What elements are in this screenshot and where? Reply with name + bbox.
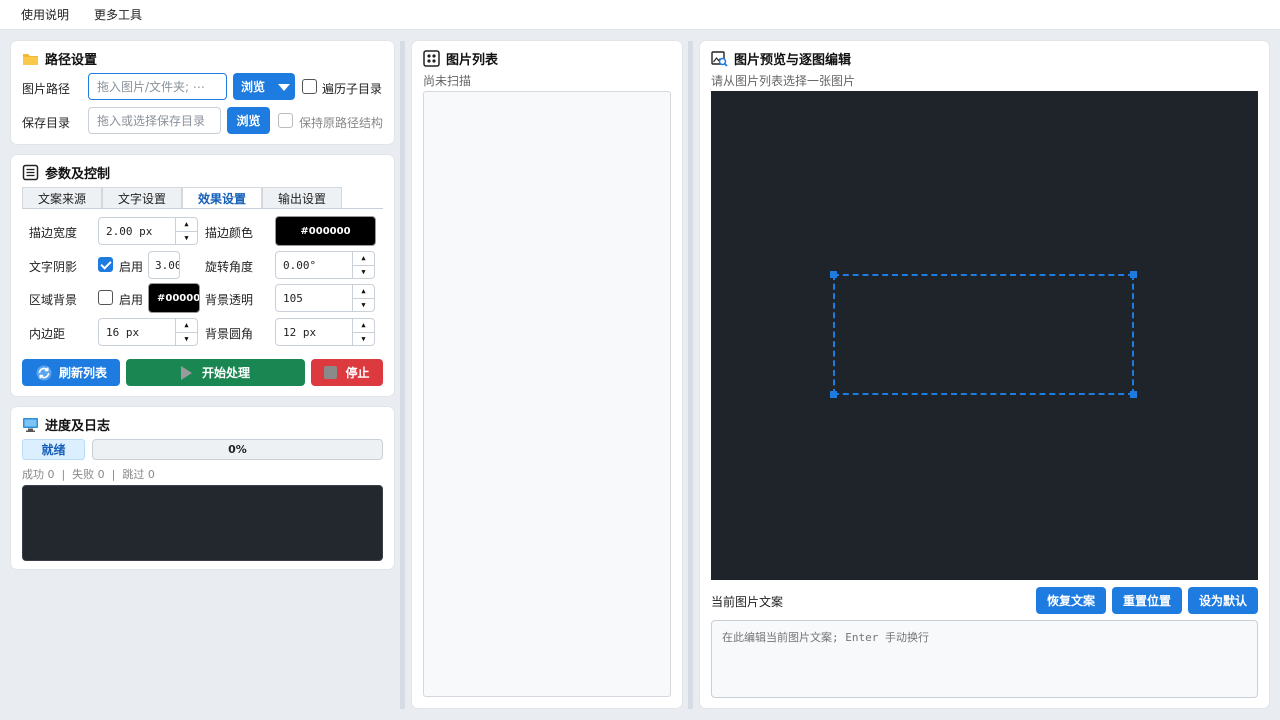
spin-up-icon[interactable]: ▲ [176,218,197,232]
tab-effect-settings[interactable]: 效果设置 [182,187,262,208]
preview-canvas[interactable] [711,91,1258,580]
params-tabs: 文案来源 文字设置 效果设置 输出设置 [22,187,383,209]
text-selection-box[interactable] [833,274,1134,395]
padding-label: 内边距 [29,327,66,341]
status-badge: 就绪 [22,439,85,460]
set-default-button[interactable]: 设为默认 [1188,587,1258,614]
spin-up-icon[interactable]: ▲ [353,319,374,333]
spin-up-icon[interactable]: ▲ [353,285,374,299]
rotation-label: 旋转角度 [205,260,254,274]
grid-icon [423,50,440,67]
bg-label: 区域背景 [29,293,78,307]
restore-text-button[interactable]: 恢复文案 [1036,587,1106,614]
padding-spinbox[interactable]: 16 px ▲ ▼ [98,318,198,346]
tab-text-source[interactable]: 文案来源 [22,187,102,208]
stroke-width-spinbox[interactable]: 2.00 px ▲ ▼ [98,217,198,245]
image-search-icon [711,50,728,67]
spin-down-icon[interactable]: ▼ [353,333,374,346]
progress-bar: 0% [92,439,383,460]
params-panel: 参数及控制 文案来源 文字设置 效果设置 输出设置 描边宽度 2.00 px ▲… [11,155,394,396]
preview-hint: 请从图片列表选择一张图片 [711,74,856,88]
image-list[interactable] [423,91,671,697]
recursive-checkbox[interactable] [302,79,317,94]
stroke-color-swatch[interactable]: #000000 [275,216,376,246]
recursive-label: 遍历子目录 [322,82,383,96]
play-icon [180,365,192,380]
folder-icon [22,50,39,67]
stats-text: 成功 0 | 失败 0 | 跳过 0 [22,468,155,481]
spin-up-icon[interactable]: ▲ [176,319,197,333]
shadow-enable-checkbox[interactable] [98,257,113,272]
menu-item-help[interactable]: 使用说明 [21,6,69,23]
image-list-title: 图片列表 [423,49,498,68]
start-button[interactable]: 开始处理 [126,359,305,386]
spin-down-icon[interactable]: ▼ [353,299,374,312]
rotation-spinbox[interactable]: 0.00° ▲ ▼ [275,251,375,279]
splitter-right[interactable] [688,41,693,709]
bg-opacity-spinbox[interactable]: 105 ▲ ▼ [275,284,375,312]
menu-bar: 使用说明 更多工具 [0,0,1280,30]
save-dir-input[interactable] [88,107,221,134]
bg-opacity-label: 背景透明 [205,293,254,307]
splitter-left[interactable] [400,41,405,709]
stroke-color-label: 描边颜色 [205,226,254,240]
bg-radius-label: 背景圆角 [205,327,254,341]
monitor-icon [22,416,39,433]
bg-radius-spinbox[interactable]: 12 px ▲ ▼ [275,318,375,346]
image-path-label: 图片路径 [22,82,71,96]
stop-button[interactable]: 停止 [311,359,383,386]
spin-down-icon[interactable]: ▼ [176,333,197,346]
menu-item-more-tools[interactable]: 更多工具 [94,6,142,23]
current-text-label: 当前图片文案 [711,595,784,609]
refresh-icon [36,365,52,380]
preview-title: 图片预览与逐图编辑 [711,49,851,68]
shadow-enable-label: 启用 [119,260,144,274]
progress-text: 0% [228,443,247,456]
bg-enable-checkbox[interactable] [98,290,113,305]
bg-color-swatch[interactable]: #000000 [148,283,200,313]
shadow-spinbox[interactable]: 3.00 [148,251,180,279]
reset-position-button[interactable]: 重置位置 [1112,587,1182,614]
shadow-label: 文字阴影 [29,260,78,274]
list-icon [22,164,39,181]
stroke-width-label: 描边宽度 [29,226,78,240]
path-settings-panel: 路径设置 图片路径 浏览 遍历子目录 保存目录 浏览 保持原路径结构 [11,41,394,144]
keep-structure-checkbox[interactable] [278,113,293,128]
spin-up-icon[interactable]: ▲ [353,252,374,266]
refresh-list-button[interactable]: 刷新列表 [22,359,120,386]
path-settings-title: 路径设置 [22,49,97,68]
text-editor[interactable] [711,620,1258,698]
spin-down-icon[interactable]: ▼ [353,266,374,279]
resize-handle-br[interactable] [1130,391,1137,398]
resize-handle-tr[interactable] [1130,271,1137,278]
stop-icon [324,366,338,379]
image-list-panel: 图片列表 尚未扫描 [412,41,682,708]
browse-save-button[interactable]: 浏览 [227,107,270,134]
resize-handle-tl[interactable] [830,271,837,278]
progress-title: 进度及日志 [22,415,110,434]
keep-structure-label: 保持原路径结构 [299,116,384,130]
preview-panel: 图片预览与逐图编辑 请从图片列表选择一张图片 当前图片文案 恢复文案 重置位置 … [700,41,1269,708]
bg-enable-label: 启用 [119,293,144,307]
params-title: 参数及控制 [22,163,110,182]
spin-down-icon[interactable]: ▼ [176,232,197,245]
tab-text-settings[interactable]: 文字设置 [102,187,182,208]
log-box[interactable] [22,485,383,561]
resize-handle-bl[interactable] [830,391,837,398]
image-path-input[interactable] [88,73,227,100]
save-dir-label: 保存目录 [22,116,71,130]
progress-panel: 进度及日志 就绪 0% 成功 0 | 失败 0 | 跳过 0 [11,407,394,569]
browse-image-button[interactable]: 浏览 [233,73,295,100]
chevron-down-icon[interactable] [278,84,290,91]
tab-output-settings[interactable]: 输出设置 [262,187,342,208]
image-list-status: 尚未扫描 [423,74,472,88]
